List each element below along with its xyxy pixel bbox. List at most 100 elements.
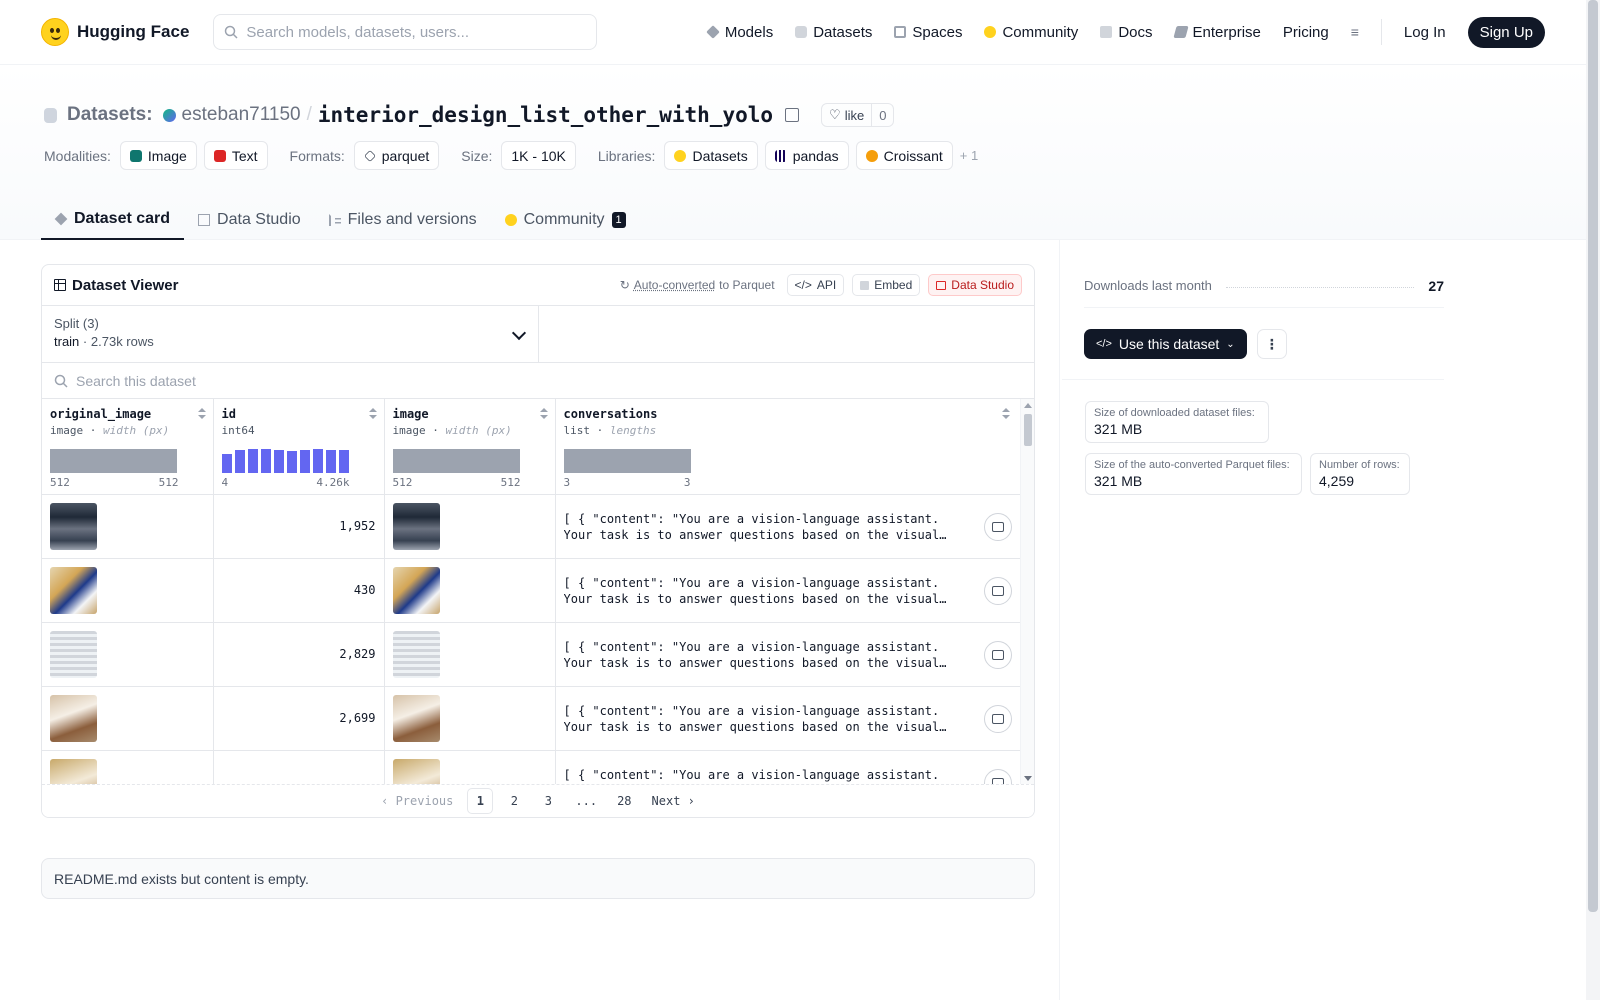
table-row[interactable]: 2,829 [ { "content": "You are a vision-la… bbox=[42, 622, 1023, 687]
open-conversation-button[interactable] bbox=[983, 704, 1012, 733]
table-row[interactable]: 1,952 [ { "content": "You are a vision-la… bbox=[42, 494, 1023, 559]
scroll-down-icon[interactable] bbox=[1024, 776, 1032, 781]
original-image-thumbnail[interactable] bbox=[50, 566, 97, 614]
sort-icon[interactable] bbox=[197, 408, 206, 420]
signup-button[interactable]: Sign Up bbox=[1467, 16, 1545, 48]
like-button[interactable]: ♡ like 0 bbox=[821, 103, 895, 127]
datasets-section-link[interactable]: Datasets: bbox=[67, 104, 153, 126]
tab-community[interactable]: Community 1 bbox=[491, 199, 640, 240]
original-image-cell[interactable] bbox=[42, 686, 214, 751]
global-search-input[interactable] bbox=[246, 23, 577, 41]
original-image-thumbnail[interactable] bbox=[50, 630, 97, 678]
stat-label: Size of downloaded dataset files: bbox=[1094, 407, 1255, 419]
open-conversation-button[interactable] bbox=[983, 640, 1012, 669]
page-2-button[interactable]: 2 bbox=[501, 788, 527, 814]
nav-models[interactable]: Models bbox=[706, 24, 773, 41]
image-cell[interactable] bbox=[384, 494, 556, 559]
original-image-thumbnail[interactable] bbox=[50, 502, 97, 550]
image-thumbnail[interactable] bbox=[392, 694, 440, 742]
owner-link[interactable]: esteban71150 bbox=[182, 104, 301, 126]
column-header-original-image[interactable]: original_image image · width (px) 512 512 bbox=[42, 399, 214, 495]
tab-data-studio[interactable]: Data Studio bbox=[184, 199, 315, 240]
page-scrollbar[interactable] bbox=[1586, 0, 1600, 1000]
nav-community[interactable]: Community bbox=[984, 24, 1078, 41]
column-header-image[interactable]: image image · width (px) 512 512 bbox=[384, 399, 556, 495]
original-image-thumbnail[interactable] bbox=[50, 694, 97, 742]
tag-parquet[interactable]: parquet bbox=[353, 141, 440, 170]
global-search[interactable] bbox=[213, 14, 598, 50]
tag-image[interactable]: Image bbox=[119, 141, 197, 170]
open-conversation-button[interactable] bbox=[983, 768, 1012, 785]
image-cell[interactable] bbox=[384, 558, 556, 623]
image-thumbnail[interactable] bbox=[392, 758, 440, 785]
image-thumbnail[interactable] bbox=[392, 630, 440, 678]
sort-icon[interactable] bbox=[539, 408, 548, 420]
api-button[interactable]: </> API bbox=[786, 274, 845, 296]
column-name: image bbox=[392, 407, 429, 421]
open-conversation-button[interactable] bbox=[983, 512, 1012, 541]
scroll-thumb[interactable] bbox=[1024, 414, 1032, 446]
dataset-search[interactable] bbox=[42, 363, 1034, 399]
tag-pandas[interactable]: pandas bbox=[764, 141, 849, 170]
auto-converted-link[interactable]: Auto-converted bbox=[634, 278, 715, 292]
column-type: image bbox=[392, 424, 426, 437]
original-image-thumbnail[interactable] bbox=[50, 758, 97, 785]
tags-more[interactable]: + 1 bbox=[960, 148, 978, 163]
table-row[interactable]: 430 [ { "content": "You are a vision-lang… bbox=[42, 558, 1023, 623]
page-1-button[interactable]: 1 bbox=[467, 788, 494, 814]
enterprise-icon bbox=[1172, 26, 1189, 38]
image-cell[interactable] bbox=[384, 686, 556, 751]
page-28-button[interactable]: 28 bbox=[611, 788, 637, 814]
original-image-cell[interactable] bbox=[42, 558, 214, 623]
tab-files[interactable]: Files and versions bbox=[315, 199, 491, 240]
image-thumbnail[interactable] bbox=[392, 566, 440, 614]
original-image-cell[interactable] bbox=[42, 750, 214, 785]
sort-icon[interactable] bbox=[368, 408, 377, 420]
image-thumbnail[interactable] bbox=[392, 502, 440, 550]
brand-logo[interactable]: Hugging Face bbox=[41, 18, 189, 46]
column-header-conversations[interactable]: conversations list · lengths 3 3 bbox=[555, 399, 1023, 495]
nav-docs[interactable]: Docs bbox=[1100, 24, 1153, 41]
page-scroll-thumb[interactable] bbox=[1588, 0, 1598, 912]
nav-enterprise[interactable]: Enterprise bbox=[1172, 24, 1261, 41]
stat-value: 321 MB bbox=[1094, 473, 1143, 489]
scroll-up-icon[interactable] bbox=[1024, 403, 1032, 408]
conversations-text: [ { "content": "You are a vision-languag… bbox=[563, 703, 940, 734]
use-dataset-button[interactable]: </> Use this dataset ⌄ bbox=[1084, 329, 1247, 359]
image-cell[interactable] bbox=[384, 622, 556, 687]
nav-spaces[interactable]: Spaces bbox=[894, 24, 962, 41]
menu-icon[interactable]: ≡ bbox=[1351, 24, 1359, 40]
nav-datasets-label: Datasets bbox=[813, 23, 873, 41]
original-image-cell[interactable] bbox=[42, 622, 214, 687]
page-3-button[interactable]: 3 bbox=[535, 788, 561, 814]
tab-dataset-card[interactable]: Dataset card bbox=[41, 199, 185, 240]
tag-datasets[interactable]: Datasets bbox=[664, 141, 758, 170]
sidebar-divider bbox=[1062, 379, 1444, 380]
login-link[interactable]: Log In bbox=[1404, 24, 1446, 41]
data-studio-button[interactable]: Data Studio bbox=[928, 274, 1022, 296]
open-conversation-button[interactable] bbox=[983, 576, 1012, 605]
tag-croissant[interactable]: Croissant bbox=[855, 141, 953, 170]
conversations-cell: [ { "content": "You are a vision-languag… bbox=[555, 558, 1023, 623]
dataset-viewer: Dataset Viewer ↻ Auto-converted to Parquet… bbox=[41, 264, 1035, 818]
split-selector[interactable]: Split (3) train · 2.73k rows bbox=[42, 306, 539, 362]
nav-datasets[interactable]: Datasets bbox=[795, 24, 872, 41]
data-table: original_image image · width (px) 512 512… bbox=[42, 399, 1034, 785]
previous-page-button[interactable]: ‹ Previous bbox=[375, 788, 459, 814]
nav-pricing[interactable]: Pricing bbox=[1283, 24, 1329, 41]
next-page-button[interactable]: Next › bbox=[646, 788, 701, 814]
column-header-id[interactable]: id int64 4 4.26k bbox=[213, 399, 385, 495]
tag-text[interactable]: Text bbox=[203, 141, 268, 170]
dataset-search-input[interactable] bbox=[76, 372, 776, 389]
original-image-cell[interactable] bbox=[42, 494, 214, 559]
table-scrollbar[interactable] bbox=[1020, 399, 1034, 785]
image-cell[interactable] bbox=[384, 750, 556, 785]
histogram-bar bbox=[325, 450, 336, 473]
sort-icon[interactable] bbox=[1001, 408, 1010, 420]
table-row[interactable]: 2,699 [ { "content": "You are a vision-la… bbox=[42, 686, 1023, 751]
copy-icon[interactable] bbox=[785, 108, 800, 122]
tag-size[interactable]: 1K - 10K bbox=[501, 141, 576, 170]
kebab-icon[interactable]: ⋮ bbox=[1256, 329, 1287, 359]
table-row[interactable]: [ { "content": "You are a vision-languag… bbox=[42, 750, 1023, 785]
embed-button[interactable]: Embed bbox=[852, 274, 921, 296]
